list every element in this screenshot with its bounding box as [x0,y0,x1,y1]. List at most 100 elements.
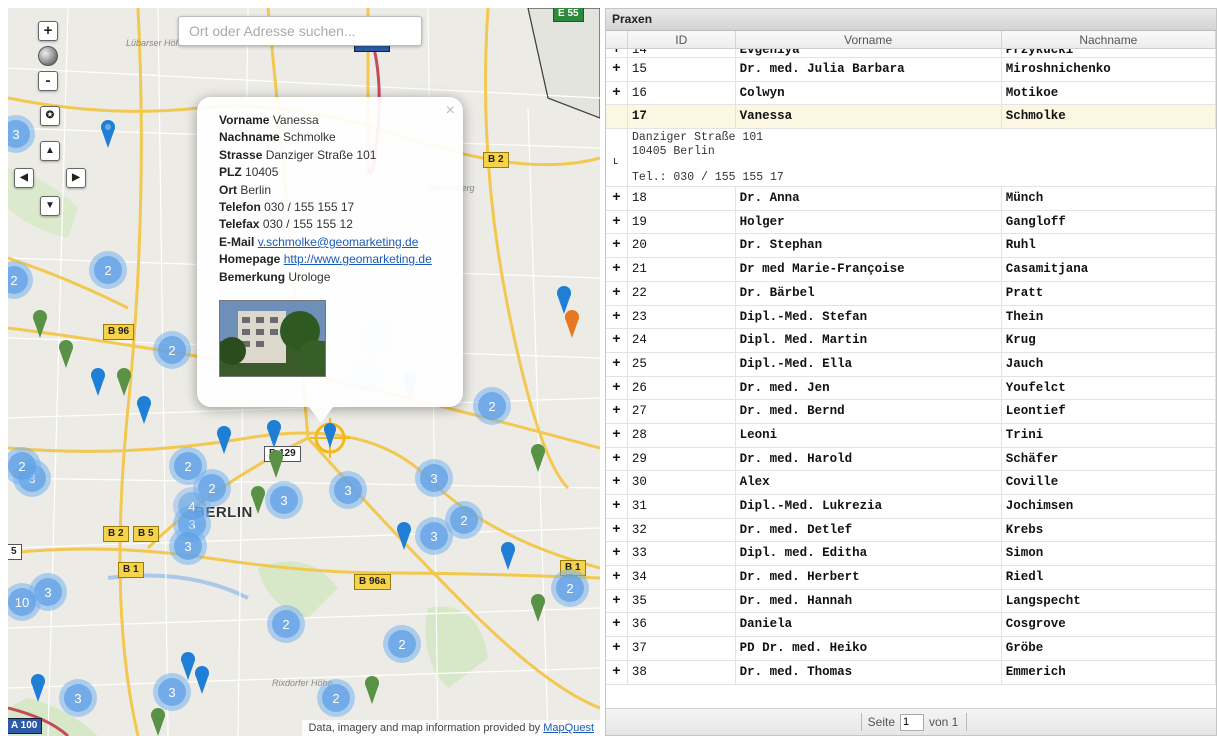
marker-blue[interactable] [194,666,210,694]
marker-cluster[interactable]: 2 [89,251,127,289]
marker-green[interactable] [150,708,166,736]
marker-green[interactable] [58,340,74,368]
marker-blue[interactable] [100,120,116,148]
marker-green[interactable] [530,444,546,472]
expand-row-button[interactable]: + [606,637,628,660]
expand-row-button[interactable]: + [606,518,628,542]
marker-cluster[interactable]: 2 [473,387,511,425]
table-row[interactable]: +38 Dr. med. Thomas Emmerich [606,660,1216,685]
table-row[interactable]: +15 Dr. med. Julia Barbara Miroshnichenko [606,58,1216,82]
homepage-link[interactable]: http://www.geomarketing.de [284,252,432,266]
pan-up-button[interactable]: ▲ [40,141,60,161]
marker-cluster[interactable]: 3 [329,471,367,509]
marker-blue[interactable] [396,522,412,550]
table-row[interactable]: +24 Dipl. Med. Martin Krug [606,329,1216,353]
marker-cluster[interactable]: 3 [59,679,97,717]
table-row[interactable]: +37 PD Dr. med. Heiko Gröbe [606,637,1216,661]
page-number-input[interactable] [900,713,924,731]
zoom-in-button[interactable]: + [38,21,58,41]
marker-cluster[interactable]: 3 [415,459,453,497]
table-row[interactable]: +32 Dr. med. Detlef Krebs [606,518,1216,543]
expand-row-button[interactable]: + [606,234,628,258]
expand-row-button[interactable]: + [606,495,628,518]
mapquest-link[interactable]: MapQuest [543,722,594,734]
expand-row-button[interactable]: + [606,258,628,281]
column-header-vorname[interactable]: Vorname [736,31,1002,48]
marker-cluster[interactable]: 2 [383,625,421,663]
marker-blue[interactable] [216,426,232,454]
marker-cluster[interactable]: 4 [173,487,211,525]
expand-row-button[interactable]: + [606,447,628,471]
expand-row-button[interactable]: + [606,49,628,57]
grid-body[interactable]: +14 Evgeniya Przykucki +15 Dr. med. Julia B… [606,49,1216,709]
marker-blue[interactable] [30,674,46,702]
expand-row-button[interactable]: + [606,210,628,234]
email-link[interactable]: v.schmolke@geomarketing.de [258,235,419,249]
expand-row-button[interactable]: + [606,58,628,81]
expand-row-button[interactable]: + [606,329,628,352]
table-row[interactable]: 17 Vanessa Schmolke [606,105,1216,130]
pan-down-button[interactable]: ▼ [40,196,60,216]
marker-cluster[interactable]: 3 [169,527,207,565]
table-row[interactable]: +22 Dr. Bärbel Pratt [606,281,1216,306]
expand-row-button[interactable] [606,105,628,129]
table-row[interactable]: +21 Dr med Marie-Françoise Casamitjana [606,258,1216,282]
marker-blue[interactable] [266,420,282,448]
table-row[interactable]: +25 Dipl.-Med. Ella Jauch [606,352,1216,377]
expand-row-button[interactable]: + [606,471,628,494]
expand-row-button[interactable]: + [606,81,628,105]
marker-orange[interactable] [564,310,580,338]
marker-cluster[interactable]: 2 [317,679,355,717]
table-row[interactable]: +30 Alex Coville [606,471,1216,495]
marker-green[interactable] [32,310,48,338]
table-row[interactable]: +29 Dr. med. Harold Schäfer [606,447,1216,472]
globe-icon[interactable] [38,46,58,66]
expand-row-button[interactable]: + [606,376,628,400]
marker-cluster[interactable]: 3 [265,481,303,519]
table-row[interactable]: +28 Leoni Trini [606,423,1216,448]
table-row[interactable]: +27 Dr. med. Bernd Leontief [606,400,1216,424]
zoom-out-button[interactable]: - [38,71,58,91]
marker-cluster[interactable]: 2 [153,331,191,369]
marker-blue[interactable] [500,542,516,570]
table-row[interactable]: +20 Dr. Stephan Ruhl [606,234,1216,259]
expand-row-button[interactable]: + [606,305,628,329]
marker-blue[interactable] [90,368,106,396]
expand-row-button[interactable]: + [606,589,628,613]
marker-green[interactable] [268,450,284,478]
table-row[interactable]: +26 Dr. med. Jen Youfelct [606,376,1216,401]
table-row[interactable]: +33 Dipl. med. Editha Simon [606,542,1216,567]
marker-green[interactable] [116,368,132,396]
table-row[interactable]: +14 Evgeniya Przykucki [606,49,1216,58]
expand-row-button[interactable]: + [606,187,628,210]
table-row[interactable]: +18 Dr. Anna Münch [606,187,1216,211]
table-row[interactable]: +34 Dr. med. Herbert Riedl [606,566,1216,590]
pan-right-button[interactable]: ▶ [66,168,86,188]
marker-cluster[interactable]: 2 [551,569,589,607]
marker-cluster[interactable]: 2 [267,605,305,643]
marker-green[interactable] [530,594,546,622]
center-map-button[interactable]: ✪ [40,106,60,126]
pan-left-button[interactable]: ◀ [14,168,34,188]
table-row[interactable]: +35 Dr. med. Hannah Langspecht [606,589,1216,614]
table-row[interactable]: +19 Holger Gangloff [606,210,1216,235]
expand-row-button[interactable]: + [606,660,628,684]
table-row[interactable]: +31 Dipl.-Med. Lukrezia Jochimsen [606,495,1216,519]
popup-close-button[interactable]: × [446,102,455,119]
expand-row-button[interactable]: + [606,352,628,376]
expand-row-button[interactable]: + [606,400,628,423]
column-header-id[interactable]: ID [628,31,736,48]
marker-blue[interactable] [136,396,152,424]
expand-row-button[interactable]: + [606,281,628,305]
map[interactable]: E 55 A 114 B 2 B 96 B 2 B 5 B 1 B 96a B … [8,8,600,736]
collapse-row-button[interactable]: L [606,129,628,187]
expand-row-button[interactable]: + [606,542,628,566]
table-row[interactable]: +16 Colwyn Motikoe [606,81,1216,106]
marker-cluster[interactable]: 3 [415,517,453,555]
marker-green[interactable] [250,486,266,514]
table-row[interactable]: +23 Dipl.-Med. Stefan Thein [606,305,1216,330]
location-search-input[interactable] [178,16,422,46]
marker-green[interactable] [364,676,380,704]
column-header-nachname[interactable]: Nachname [1002,31,1216,48]
expand-row-button[interactable]: + [606,613,628,637]
